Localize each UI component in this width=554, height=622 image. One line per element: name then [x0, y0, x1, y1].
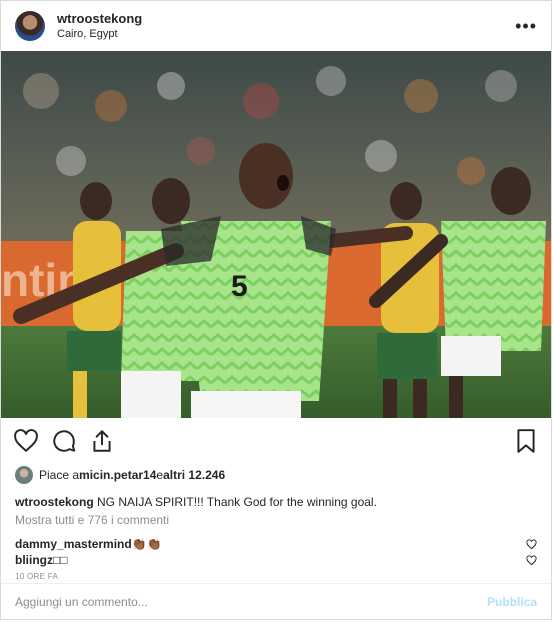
comments-list: dammy_mastermind 👏🏾👏🏾 bliingz □□ — [1, 528, 551, 568]
view-all-comments-link[interactable]: Mostra tutti e 776 i commenti — [1, 510, 551, 528]
liker-avatar[interactable] — [15, 466, 33, 484]
comment-footer: Pubblica — [1, 583, 551, 619]
share-icon[interactable] — [89, 428, 115, 454]
add-comment-input[interactable] — [15, 594, 487, 609]
user-avatar[interactable] — [15, 11, 45, 41]
user-block: wtroostekong Cairo, Egypt — [57, 11, 142, 41]
comment-text: 👏🏾👏🏾 — [131, 537, 162, 551]
comment-item: dammy_mastermind 👏🏾👏🏾 — [15, 536, 537, 552]
comment-username[interactable]: bliingz — [15, 552, 53, 568]
likes-row: Piace a micin.petar14 e altri 12.246 — [1, 464, 551, 486]
svg-text:5: 5 — [231, 270, 248, 303]
post-timestamp[interactable]: 10 ORE FA — [1, 568, 551, 581]
caption-username[interactable]: wtroostekong — [15, 495, 94, 509]
photo-illustration: ntin 5 — [1, 51, 551, 418]
comment-item: bliingz □□ — [15, 552, 537, 568]
likes-prefix: Piace a — [39, 468, 80, 482]
comment-like-heart-icon[interactable] — [526, 554, 537, 566]
comment-username[interactable]: dammy_mastermind — [15, 536, 132, 552]
likes-others-count[interactable]: altri 12.246 — [163, 468, 225, 482]
heart-icon[interactable] — [13, 428, 39, 454]
action-bar — [1, 418, 551, 464]
comment-text: □□ — [53, 553, 68, 567]
comment-icon[interactable] — [51, 428, 77, 454]
publish-button[interactable]: Pubblica — [487, 595, 537, 609]
post-photo[interactable]: ntin 5 — [1, 51, 551, 418]
post-header: wtroostekong Cairo, Egypt ••• — [1, 1, 551, 51]
more-horizontal-icon[interactable]: ••• — [515, 17, 537, 35]
liker-username[interactable]: micin.petar14 — [79, 468, 156, 482]
bookmark-icon[interactable] — [513, 428, 539, 454]
comment-like-heart-icon[interactable] — [526, 538, 537, 550]
post-card: wtroostekong Cairo, Egypt ••• ntin 5 Pia… — [0, 0, 552, 620]
post-username[interactable]: wtroostekong — [57, 11, 142, 27]
post-location[interactable]: Cairo, Egypt — [57, 27, 142, 41]
likes-middle: e — [156, 468, 164, 482]
caption-text: NG⁡ NAIJA SPIRIT!!! Thank God for the wi… — [93, 495, 377, 509]
caption: wtroostekong NG⁡ NAIJA SPIRIT!!! Thank G… — [1, 486, 551, 510]
